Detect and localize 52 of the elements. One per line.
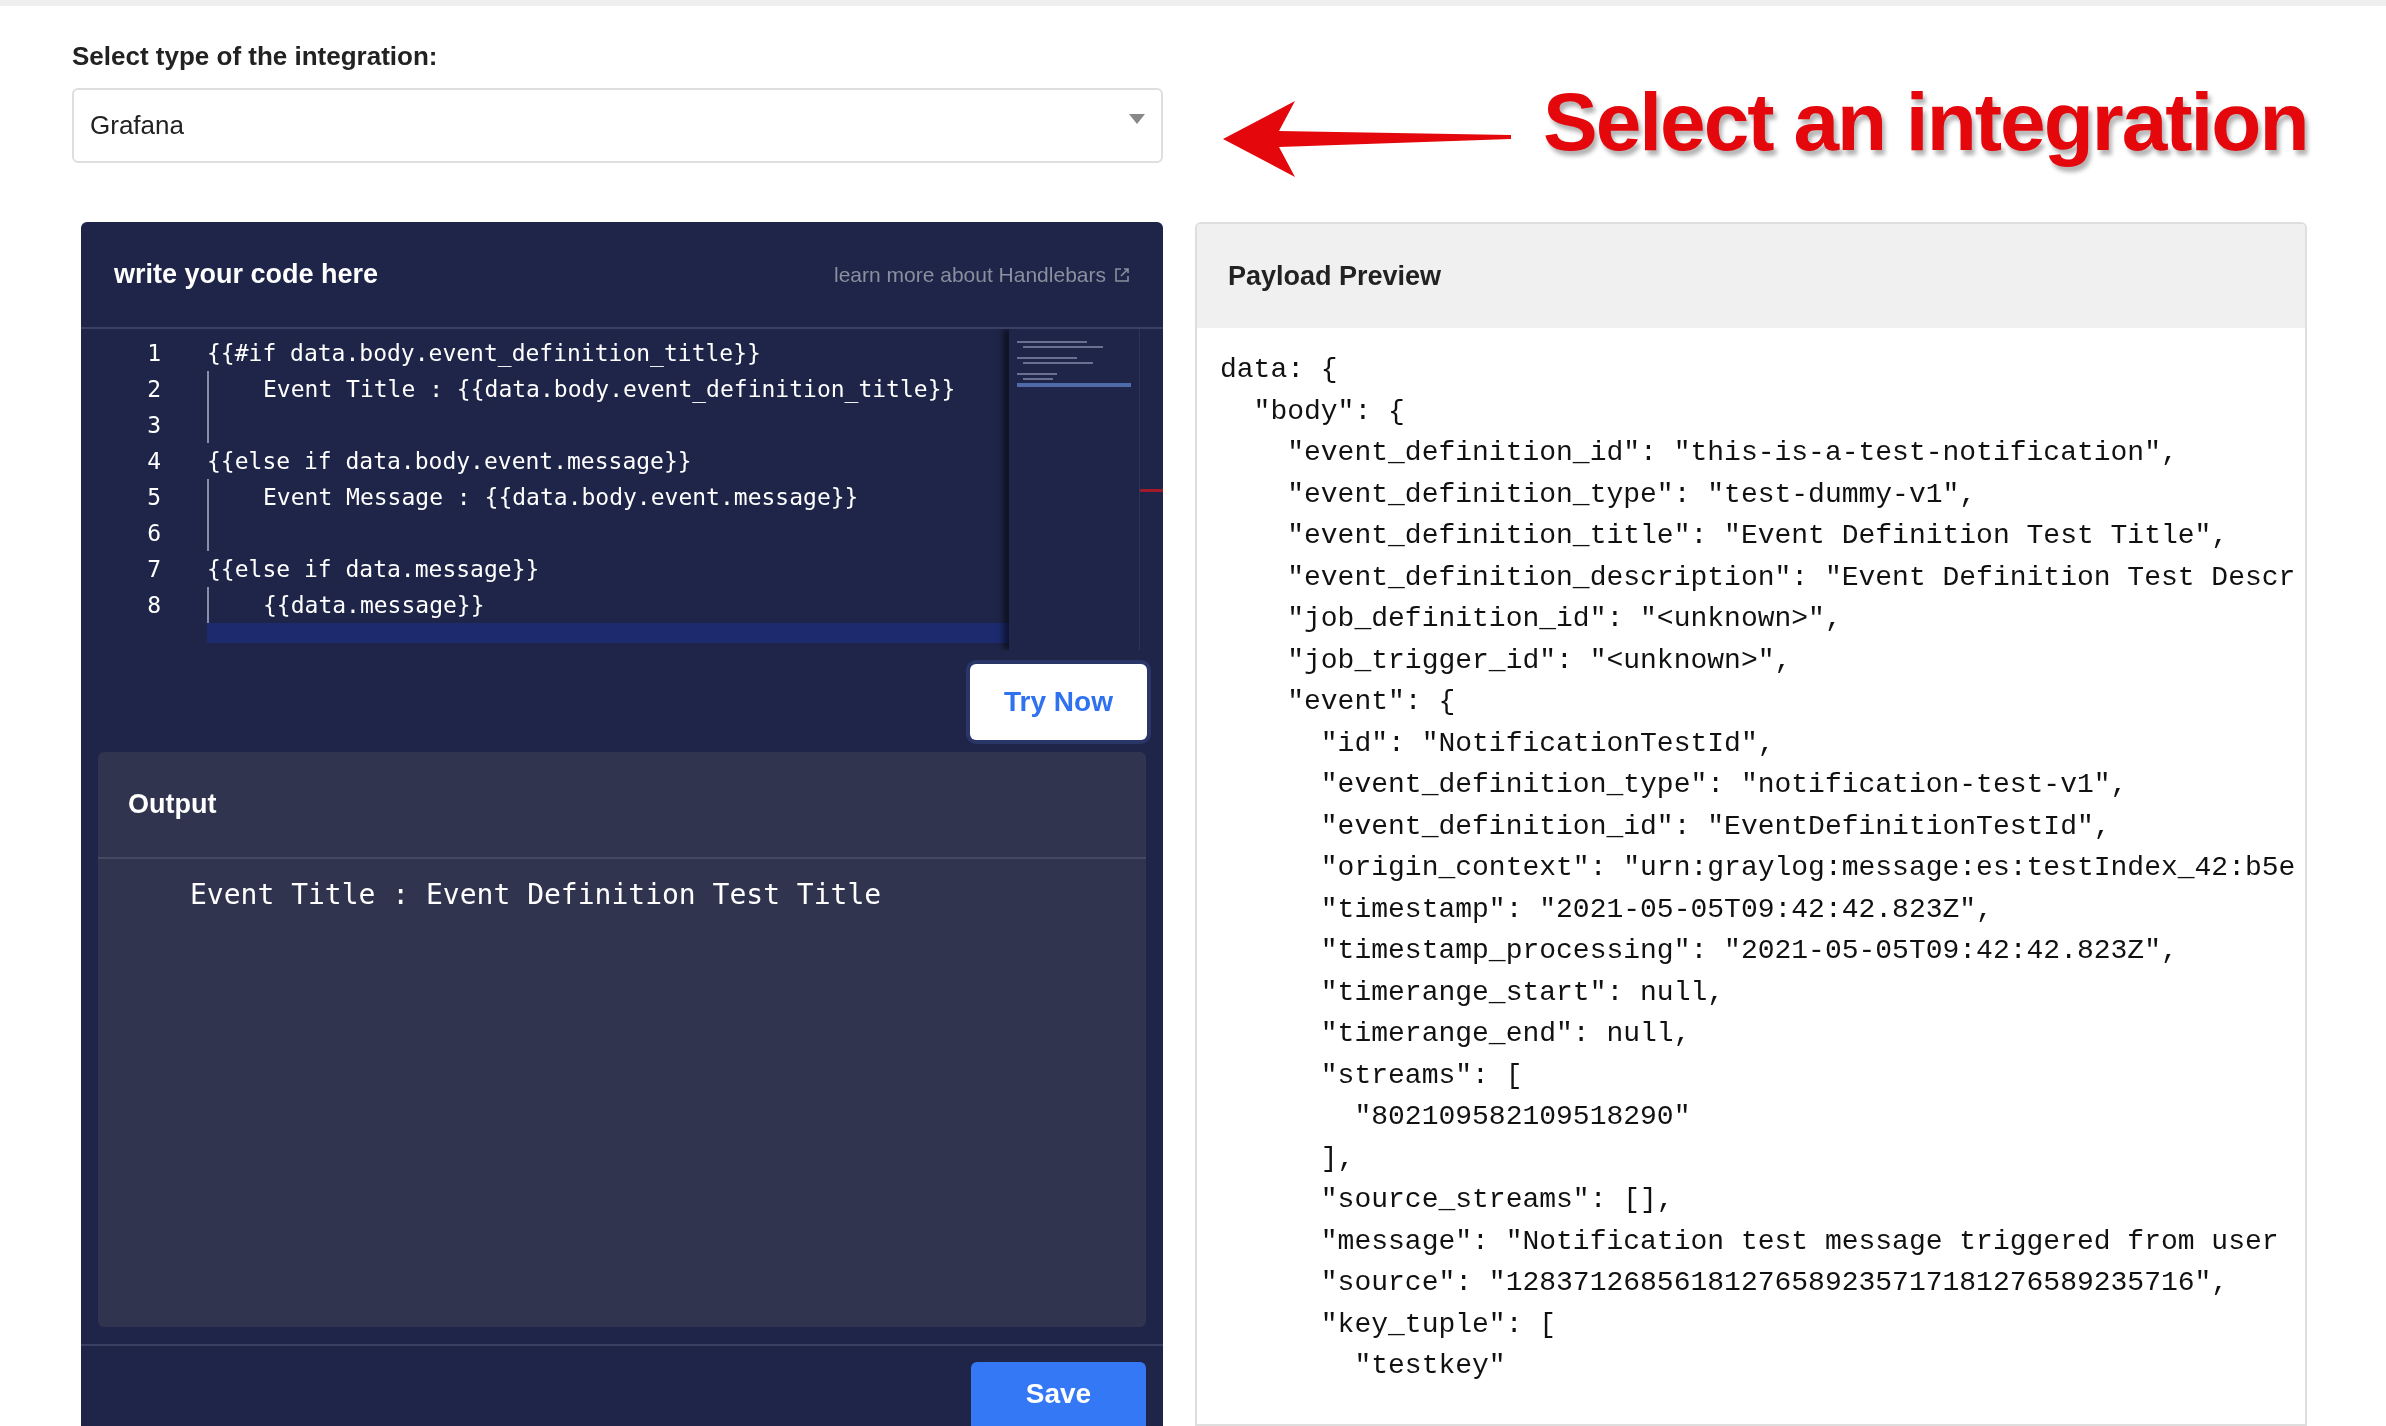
- line-number: 1: [146, 339, 161, 368]
- field-label: Select type of the integration:: [72, 40, 439, 73]
- annotation-text: Select an integration: [1543, 75, 2308, 169]
- output-title: Output: [128, 788, 217, 822]
- scroll-marker: [1140, 489, 1163, 492]
- payload-line: "event_definition_type": "test-dummy-v1",: [1286, 477, 1978, 512]
- code-line: Event Message : {{data.body.event.message}}: [263, 483, 859, 512]
- payload-line: "event_definition_id": "this-is-a-test-notification",: [1286, 436, 2179, 470]
- line-number: 4: [146, 447, 161, 476]
- payload-line: "job_definition_id": "<unknown>",: [1286, 602, 1843, 636]
- payload-line: "event_definition_title": "Event Definition Test Title",: [1286, 519, 2230, 553]
- integration-select[interactable]: Grafana: [72, 88, 1163, 163]
- payload-line: "id": "NotificationTestId",: [1319, 726, 1776, 761]
- payload-line: "source": "12837126856181276589235717181276589235716",: [1319, 1266, 2230, 1300]
- line-number: 2: [146, 375, 161, 404]
- code-line: {{else if data.body.event.message}}: [207, 447, 692, 476]
- output-text: Event Title : Event Definition Test Title: [190, 878, 882, 911]
- payload-line: "streams": [: [1319, 1058, 1524, 1093]
- code-line: {{data.message}}: [263, 591, 485, 620]
- help-link[interactable]: learn more about Handlebars: [834, 258, 1130, 291]
- payload-line: "job_trigger_id": "<unknown>",: [1286, 643, 1793, 678]
- external-link-icon: [1114, 266, 1130, 283]
- payload-line: "key_tuple": [: [1319, 1307, 1558, 1342]
- payload-line: "timerange_end": null,: [1319, 1017, 1692, 1051]
- panel-title: write your code here: [114, 258, 379, 292]
- line-number: 7: [146, 555, 161, 584]
- payload-line: "timestamp": "2021-05-05T09:42:42.823Z",: [1319, 892, 1994, 927]
- payload-line: "timerange_start": null,: [1319, 975, 1726, 1010]
- payload-line: "origin_context": "urn:graylog:message:es:testIndex_42:b5e: [1319, 851, 2297, 885]
- payload-line: data: {: [1220, 353, 1339, 387]
- payload-line: "message": "Notification test message triggered from user: [1319, 1224, 2280, 1259]
- code-line: {{else if data.message}}: [207, 555, 540, 584]
- payload-line: "event": {: [1286, 685, 1457, 719]
- code-line: Event Title : {{data.body.event_definition_title}}: [263, 375, 956, 405]
- line-number: 3: [146, 411, 161, 440]
- payload-line: "event_definition_description": "Event Definition Test Descr: [1286, 560, 2297, 595]
- payload-line: "source_streams": [],: [1319, 1183, 1675, 1217]
- caret-icon: [1129, 113, 1145, 124]
- payload-line: "testkey": [1353, 1349, 1507, 1383]
- line-number: 5: [146, 483, 161, 512]
- save-button[interactable]: Save: [971, 1362, 1146, 1426]
- payload-line: "802109582109518290": [1353, 1100, 1692, 1134]
- line-number: 6: [146, 519, 161, 548]
- code-line: {{#if data.body.event_definition_title}}: [207, 339, 761, 369]
- payload-line: "body": {: [1252, 394, 1406, 429]
- arrow-icon: [1223, 100, 1513, 177]
- line-number: 8: [146, 591, 161, 620]
- payload-line: ],: [1319, 1141, 1356, 1176]
- payload-line: "event_definition_id": "EventDefinitionTestId",: [1319, 809, 2112, 844]
- payload-line: "timestamp_processing": "2021-05-05T09:42:42.823Z",: [1319, 934, 2179, 968]
- payload-line: "event_definition_type": "notification-test-v1",: [1319, 768, 2129, 802]
- panel-title: Payload Preview: [1228, 259, 1442, 293]
